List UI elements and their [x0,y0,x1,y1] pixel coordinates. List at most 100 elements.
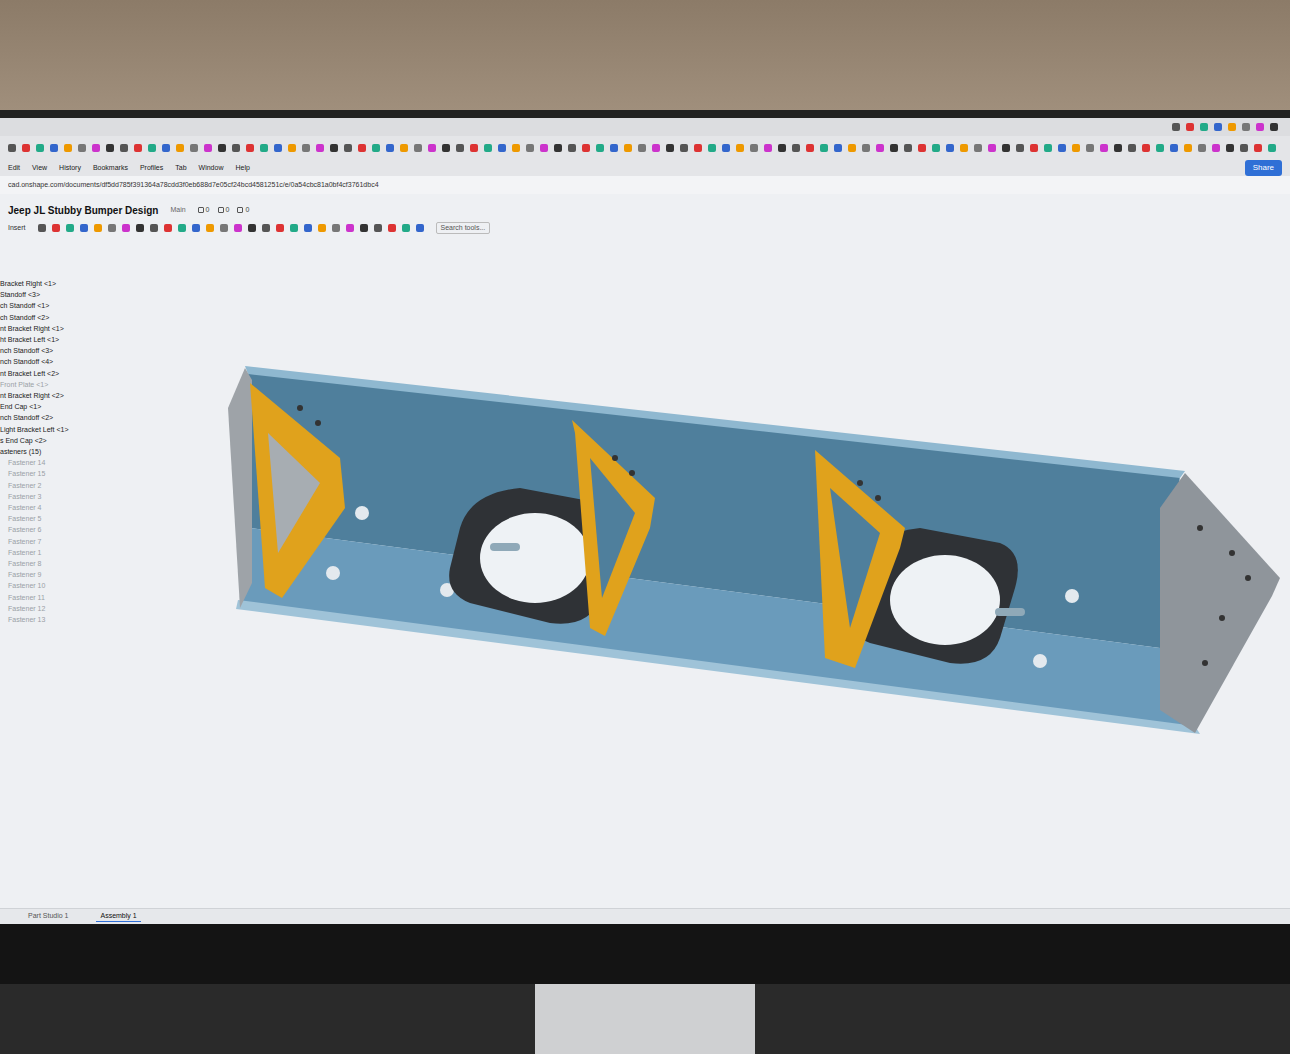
bookmark-icon[interactable] [1170,144,1178,152]
tool-icon[interactable] [150,224,158,232]
bookmark-icon[interactable] [288,144,296,152]
address-bar[interactable]: cad.onshape.com/documents/df5dd785f39136… [0,176,1290,194]
bookmark-icon[interactable] [554,144,562,152]
bookmark-icon[interactable] [1212,144,1220,152]
instance-item[interactable]: Fastener 15 [0,468,120,479]
bookmark-icon[interactable] [106,144,114,152]
instance-item[interactable]: Fastener 13 [0,614,120,625]
instance-item[interactable]: nch Standoff <4> [0,356,120,367]
tool-icon[interactable] [136,224,144,232]
bookmark-icon[interactable] [344,144,352,152]
tool-icon[interactable] [416,224,424,232]
bookmark-icon[interactable] [1016,144,1024,152]
bookmark-icon[interactable] [848,144,856,152]
tool-icon[interactable] [388,224,396,232]
bookmark-icon[interactable] [974,144,982,152]
bookmark-icon[interactable] [260,144,268,152]
status-icon[interactable] [1214,123,1222,131]
menu-item[interactable]: Bookmarks [93,163,128,174]
tool-icon[interactable] [178,224,186,232]
bookmark-icon[interactable] [708,144,716,152]
instance-item[interactable]: Standoff <3> [0,289,120,300]
instance-item[interactable]: Fastener 4 [0,502,120,513]
menu-item[interactable]: Help [235,163,249,174]
bookmark-icon[interactable] [470,144,478,152]
tool-icon[interactable] [374,224,382,232]
bookmark-icon[interactable] [1184,144,1192,152]
bookmark-icon[interactable] [372,144,380,152]
bookmark-icon[interactable] [652,144,660,152]
tool-icon[interactable] [80,224,88,232]
tool-icon[interactable] [192,224,200,232]
tool-icon[interactable] [164,224,172,232]
status-icon[interactable] [1228,123,1236,131]
instance-item[interactable]: Fastener 12 [0,603,120,614]
tool-icon[interactable] [38,224,46,232]
bookmark-icon[interactable] [162,144,170,152]
bookmark-icon[interactable] [274,144,282,152]
bookmark-icon[interactable] [120,144,128,152]
bookmark-icon[interactable] [1100,144,1108,152]
count[interactable]: 0 [237,205,249,216]
bookmark-icon[interactable] [1030,144,1038,152]
status-icon[interactable] [1186,123,1194,131]
instance-item[interactable]: s End Cap <2> [0,435,120,446]
bookmark-icon[interactable] [148,144,156,152]
bookmark-icon[interactable] [1072,144,1080,152]
instance-item[interactable]: Fastener 6 [0,524,120,535]
bookmark-icon[interactable] [1114,144,1122,152]
bookmark-icon[interactable] [1226,144,1234,152]
status-icon[interactable] [1256,123,1264,131]
bookmark-icon[interactable] [330,144,338,152]
bookmark-icon[interactable] [932,144,940,152]
instance-item[interactable]: Front Plate <1> [0,379,120,390]
branch-label[interactable]: Main [170,205,185,216]
bookmark-icon[interactable] [134,144,142,152]
insert-button[interactable]: Insert [8,223,26,234]
bookmark-icon[interactable] [442,144,450,152]
bookmark-icon[interactable] [666,144,674,152]
bookmark-icon[interactable] [190,144,198,152]
bookmark-icon[interactable] [918,144,926,152]
count[interactable]: 0 [198,205,210,216]
bookmark-icon[interactable] [1254,144,1262,152]
instance-item[interactable]: ch Standoff <1> [0,300,120,311]
bookmark-icon[interactable] [694,144,702,152]
bookmark-icon[interactable] [246,144,254,152]
menu-item[interactable]: Profiles [140,163,163,174]
bookmark-icon[interactable] [1058,144,1066,152]
menu-item[interactable]: Tab [175,163,186,174]
bookmark-icon[interactable] [792,144,800,152]
bookmark-icon[interactable] [806,144,814,152]
bookmark-icon[interactable] [1128,144,1136,152]
bookmark-icon[interactable] [946,144,954,152]
bookmark-icon[interactable] [1240,144,1248,152]
bookmark-icon[interactable] [1002,144,1010,152]
bookmark-icon[interactable] [400,144,408,152]
instance-item[interactable]: nt Bracket Right <2> [0,390,120,401]
tool-icon[interactable] [318,224,326,232]
bookmark-icon[interactable] [680,144,688,152]
tool-icon[interactable] [276,224,284,232]
tool-icon[interactable] [248,224,256,232]
bookmark-icon[interactable] [386,144,394,152]
tool-icon[interactable] [52,224,60,232]
menu-item[interactable]: Window [199,163,224,174]
bookmark-icon[interactable] [624,144,632,152]
bookmark-icon[interactable] [176,144,184,152]
instance-item[interactable]: ht Bracket Left <1> [0,334,120,345]
bookmark-icon[interactable] [36,144,44,152]
bookmark-icon[interactable] [204,144,212,152]
search-tools[interactable]: Search tools... [436,222,491,235]
bookmark-icon[interactable] [834,144,842,152]
bookmark-icon[interactable] [540,144,548,152]
instance-item[interactable]: Bracket Right <1> [0,278,120,289]
bookmark-icon[interactable] [582,144,590,152]
document-tab[interactable]: Assembly 1 [96,911,140,923]
instance-item[interactable]: nch Standoff <2> [0,412,120,423]
bookmark-icon[interactable] [764,144,772,152]
tool-icon[interactable] [402,224,410,232]
bookmark-icon[interactable] [456,144,464,152]
bookmark-icon[interactable] [778,144,786,152]
tool-icon[interactable] [66,224,74,232]
